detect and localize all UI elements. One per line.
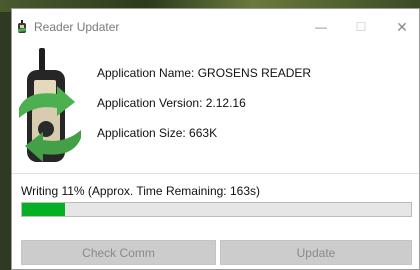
application-version: Application Version: 2.12.16 bbox=[97, 96, 246, 110]
divider bbox=[12, 173, 419, 174]
application-size: Application Size: 663K bbox=[97, 126, 218, 140]
check-comm-button[interactable]: Check Comm bbox=[21, 240, 216, 265]
progress-bar bbox=[21, 202, 412, 217]
progress-status: Writing 11% (Approx. Time Remaining: 163… bbox=[21, 184, 260, 198]
reader-device-sync-icon bbox=[19, 48, 81, 162]
update-button[interactable]: Update bbox=[220, 240, 412, 265]
progress-bar-fill bbox=[22, 203, 65, 216]
close-icon: ✕ bbox=[396, 18, 408, 35]
reader-updater-window: Reader Updater — ☐ ✕ Application Name: G… bbox=[11, 8, 420, 270]
maximize-icon: ☐ bbox=[355, 20, 367, 34]
title-bar[interactable]: Reader Updater — ☐ ✕ bbox=[12, 9, 419, 43]
application-name: Application Name: GROSENS READER bbox=[97, 66, 312, 80]
maximize-button[interactable]: ☐ bbox=[345, 15, 377, 39]
minimize-button[interactable]: — bbox=[305, 15, 337, 39]
window-title: Reader Updater bbox=[34, 20, 120, 34]
reader-device-icon bbox=[18, 20, 26, 33]
close-button[interactable]: ✕ bbox=[386, 15, 418, 39]
minimize-icon: — bbox=[315, 20, 327, 34]
